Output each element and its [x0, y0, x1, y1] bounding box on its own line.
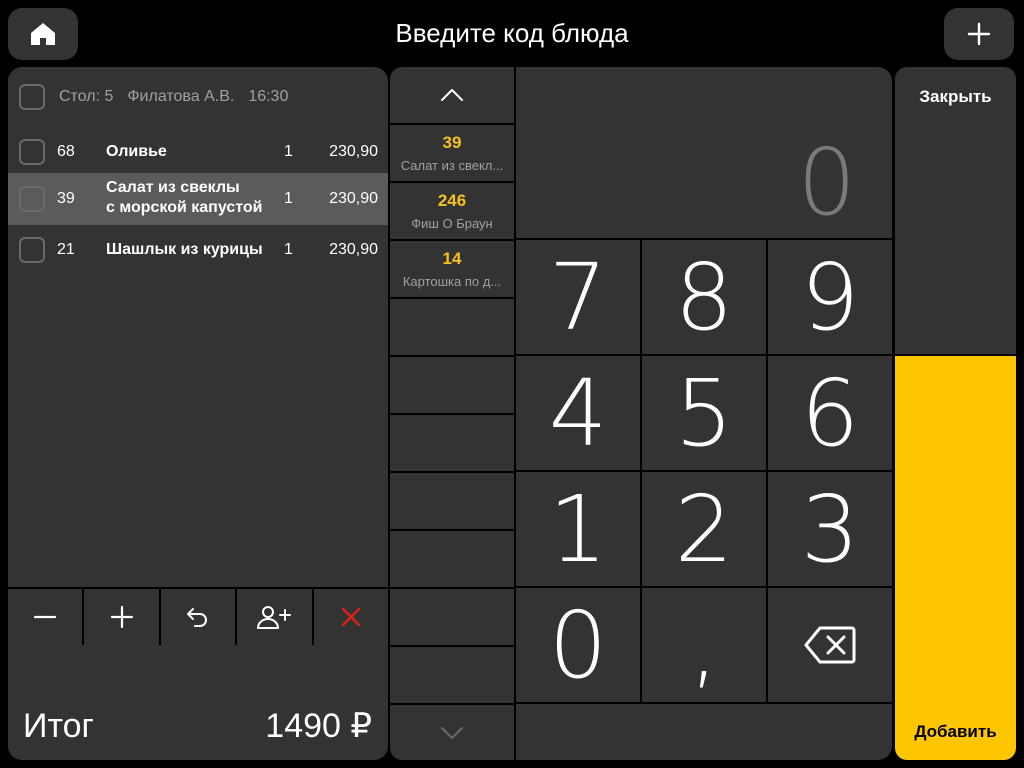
item-quantity: 1 — [284, 143, 293, 160]
order-item-checkbox[interactable] — [19, 186, 45, 212]
minus-icon — [34, 615, 57, 619]
backspace-button[interactable] — [768, 588, 892, 702]
item-code: 39 — [57, 190, 75, 207]
recent-dish-code: 14 — [442, 249, 462, 268]
recent-dishes-list: 39 Салат из свекл... 246 Фиш О Браун 14 … — [390, 67, 514, 760]
recent-dish-item[interactable]: 39 Салат из свекл... — [390, 125, 514, 181]
pos-screen: Введите код блюда Стол: 5 Филатова А.В. … — [0, 0, 1024, 768]
order-total: Итог 1490 ₽ — [8, 647, 388, 760]
item-quantity: 1 — [284, 241, 293, 258]
delete-button[interactable] — [313, 589, 388, 645]
add-dish-button[interactable]: Добавить — [895, 356, 1016, 760]
scroll-up-button[interactable] — [390, 67, 514, 123]
order-item-row[interactable]: 68 Оливье 1 230,90 — [8, 127, 388, 177]
plus-icon — [110, 605, 133, 629]
key-7[interactable]: 7 — [516, 240, 640, 354]
total-value: 1490 ₽ — [265, 707, 372, 745]
order-meta: Стол: 5 Филатова А.В. 16:30 — [8, 67, 388, 127]
item-code: 21 — [57, 241, 75, 258]
undo-icon — [187, 608, 208, 627]
order-item-row[interactable]: 21 Шашлык из курицы 1 230,90 — [8, 225, 388, 275]
key-6[interactable]: 6 — [768, 356, 892, 470]
close-button-label: Закрыть — [919, 87, 992, 106]
chevron-up-icon — [441, 89, 463, 101]
total-label: Итог — [23, 707, 94, 745]
recent-dish-empty — [390, 589, 514, 645]
order-time: 16:30 — [248, 88, 289, 105]
recent-dish-name: Картошка по д... — [402, 274, 502, 289]
key-9[interactable]: 9 — [768, 240, 892, 354]
recent-dish-empty — [390, 357, 514, 413]
select-all-checkbox[interactable] — [19, 84, 45, 110]
item-name-line2: с морской капустой — [106, 199, 263, 216]
table-number: Стол: 5 — [59, 88, 114, 105]
recent-dish-empty — [390, 473, 514, 529]
key-3[interactable]: 3 — [768, 472, 892, 586]
add-guest-button[interactable] — [237, 589, 312, 645]
item-name-line1: Салат из свеклы — [106, 179, 240, 196]
order-item-checkbox[interactable] — [19, 237, 45, 263]
key-1[interactable]: 1 — [516, 472, 640, 586]
key-8[interactable]: 8 — [642, 240, 766, 354]
increase-quantity-button[interactable] — [84, 589, 159, 645]
undo-button[interactable] — [160, 589, 236, 645]
code-display: 0 — [516, 67, 892, 238]
recent-dish-name: Салат из свекл... — [400, 158, 504, 173]
recent-dish-empty — [390, 647, 514, 703]
add-dish-button-label: Добавить — [914, 722, 997, 741]
scroll-down-button[interactable] — [390, 705, 514, 760]
recent-dish-item[interactable]: 246 Фиш О Браун — [390, 183, 514, 239]
item-price: 230,90 — [329, 241, 378, 258]
key-5[interactable]: 5 — [642, 356, 766, 470]
waiter-name: Филатова А.В. — [127, 88, 235, 105]
order-item-checkbox[interactable] — [19, 139, 45, 165]
order-panel: Стол: 5 Филатова А.В. 16:30 68 Оливье 1 … — [8, 67, 388, 760]
recent-dish-name: Фиш О Браун — [411, 216, 493, 231]
item-name: Оливье — [106, 143, 167, 160]
recent-dish-item[interactable]: 14 Картошка по д... — [390, 241, 514, 297]
recent-dish-code: 246 — [437, 191, 467, 210]
page-title: Введите код блюда — [395, 18, 629, 48]
order-action-bar — [8, 587, 388, 645]
decrease-quantity-button[interactable] — [8, 589, 83, 645]
item-name: Шашлык из курицы — [106, 241, 263, 258]
item-quantity: 1 — [284, 190, 293, 207]
keypad-bottom-bar — [516, 704, 892, 760]
recent-dish-empty — [390, 299, 514, 355]
code-display-value: 0 — [797, 129, 856, 236]
key-comma[interactable]: , — [642, 588, 766, 702]
recent-dish-code: 39 — [442, 133, 462, 152]
key-2[interactable]: 2 — [642, 472, 766, 586]
close-icon — [341, 607, 361, 627]
item-name: Салат из свеклы с морской капустой — [106, 178, 262, 218]
item-price: 230,90 — [329, 190, 378, 207]
add-user-icon — [257, 606, 292, 629]
order-item-row[interactable]: 39 Салат из свеклы с морской капустой 1 … — [8, 173, 388, 225]
item-code: 68 — [57, 143, 75, 160]
recent-dish-empty — [390, 531, 514, 587]
close-button[interactable]: Закрыть — [895, 67, 1016, 354]
key-4[interactable]: 4 — [516, 356, 640, 470]
recent-dish-empty — [390, 415, 514, 471]
key-0[interactable]: 0 — [516, 588, 640, 702]
chevron-down-icon — [441, 726, 463, 739]
item-price: 230,90 — [329, 143, 378, 160]
numeric-keypad: 0 7 8 9 4 5 6 1 2 3 0 , — [516, 67, 892, 760]
home-icon — [31, 23, 55, 45]
add-order-button[interactable] — [944, 8, 1014, 60]
backspace-icon — [804, 626, 856, 664]
home-button[interactable] — [8, 8, 78, 60]
plus-icon — [967, 22, 991, 46]
